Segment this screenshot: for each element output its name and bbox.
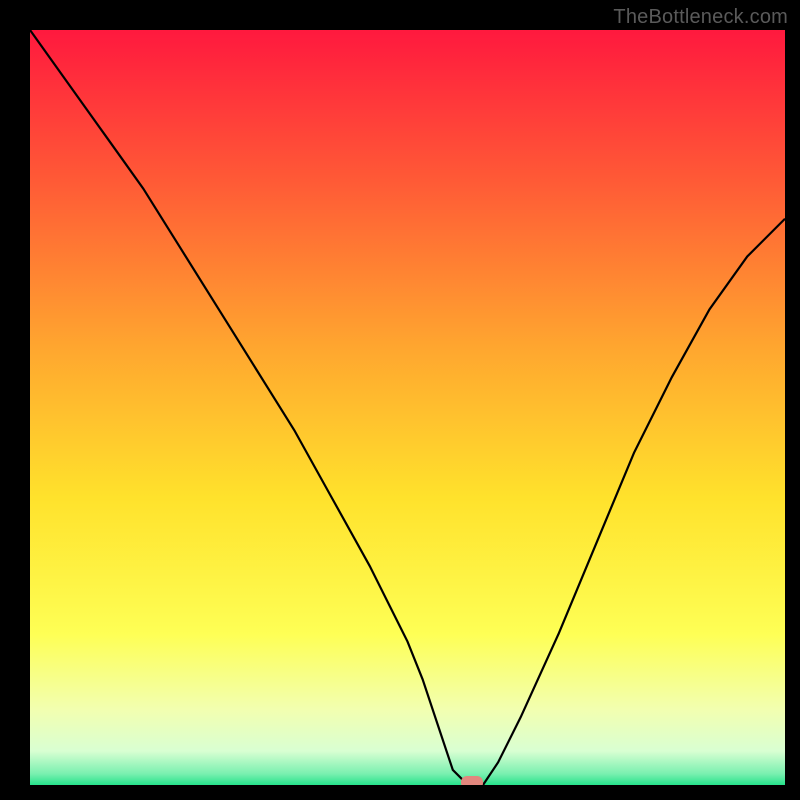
plot-area [30,30,785,785]
watermark-text: TheBottleneck.com [613,6,788,29]
optimal-marker [461,776,483,785]
gradient-background [30,30,785,785]
chart-svg [30,30,785,785]
